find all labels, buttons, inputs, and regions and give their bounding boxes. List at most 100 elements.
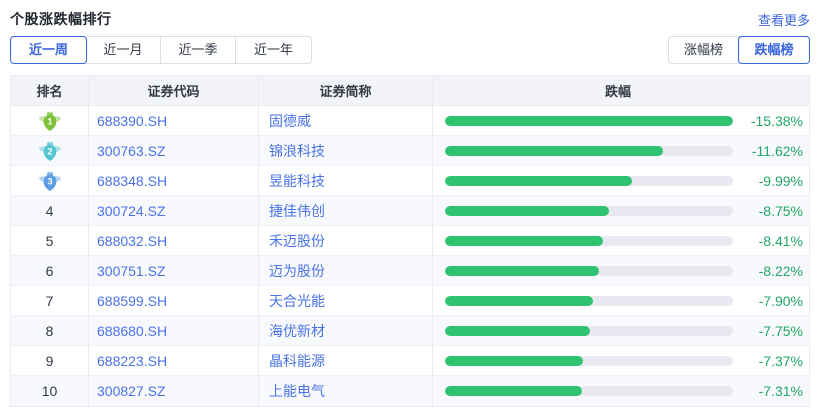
board-toggle-0[interactable]: 涨幅榜 — [669, 37, 739, 63]
change-percent: -7.90% — [758, 292, 803, 309]
column-header-change: 跌幅 — [604, 84, 631, 99]
change-cell: -7.75% — [433, 316, 809, 345]
change-cell: -11.62% — [433, 136, 809, 165]
change-bar-track — [445, 145, 733, 156]
column-header-name: 证券简称 — [259, 76, 433, 105]
change-bar — [445, 175, 633, 186]
toolbar: 近一周 近一月 近一季 近一年 涨幅榜 跌幅榜 — [10, 36, 810, 64]
change-bar — [445, 205, 609, 216]
rank-cell: 3 — [11, 166, 89, 195]
stock-name-link[interactable]: 天合光能 — [269, 291, 325, 311]
change-bar — [445, 386, 582, 396]
change-percent: -7.75% — [758, 322, 803, 339]
widget-header: 个股涨跌幅排行 查看更多 — [10, 8, 810, 30]
table-row: 8 688680.SH 海优新材 -7.75% — [11, 316, 809, 346]
change-percent: -8.75% — [758, 202, 803, 219]
stock-code-link[interactable]: 688348.SH — [97, 173, 167, 189]
svg-text:3: 3 — [47, 176, 52, 186]
rank-number: 9 — [45, 352, 54, 369]
change-bar — [445, 145, 663, 156]
rank-medal-icon: 1 — [38, 110, 61, 131]
stock-code-link[interactable]: 300751.SZ — [97, 263, 166, 279]
rank-number: 6 — [45, 262, 54, 279]
table-row: 4 300724.SZ 捷佳伟创 -8.75% — [11, 196, 809, 226]
table-row: 2 300763.SZ 锦浪科技 -11.62% — [11, 136, 809, 166]
stock-name-link[interactable]: 禾迈股份 — [269, 231, 325, 251]
change-bar-track — [445, 235, 733, 246]
svg-text:2: 2 — [47, 146, 52, 156]
rank-cell: 9 — [11, 346, 89, 375]
change-cell: -7.31% — [433, 376, 809, 406]
period-tab-3[interactable]: 近一年 — [236, 37, 311, 63]
column-header-rank: 排名 — [11, 76, 89, 105]
change-cell: -8.41% — [433, 226, 809, 255]
change-bar-track — [445, 115, 733, 126]
rank-cell: 5 — [11, 226, 89, 255]
change-bar-track — [445, 175, 733, 186]
change-cell: -7.37% — [433, 346, 809, 375]
table-row: 5 688032.SH 禾迈股份 -8.41% — [11, 226, 809, 256]
change-cell: -8.22% — [433, 256, 809, 285]
period-tab-2[interactable]: 近一季 — [161, 37, 236, 63]
rank-medal-icon: 2 — [38, 140, 61, 161]
view-more-link[interactable]: 查看更多 — [758, 10, 810, 29]
change-bar-track — [445, 355, 733, 366]
rank-cell: 4 — [11, 196, 89, 225]
change-bar — [445, 325, 591, 336]
change-bar-track — [445, 205, 733, 216]
rank-number: 4 — [45, 202, 54, 219]
table-body: 1 688390.SH 固德威 -15.38% 2 300763.SZ 锦浪科技… — [11, 106, 809, 406]
svg-text:1: 1 — [47, 116, 52, 126]
stock-name-link[interactable]: 海优新材 — [269, 321, 325, 341]
stock-code-link[interactable]: 688680.SH — [97, 323, 167, 339]
change-cell: -8.75% — [433, 196, 809, 225]
table-row: 7 688599.SH 天合光能 -7.90% — [11, 286, 809, 316]
change-percent: -7.37% — [758, 352, 803, 369]
stock-code-link[interactable]: 688599.SH — [97, 293, 167, 309]
period-tab-1[interactable]: 近一月 — [86, 37, 161, 63]
change-bar-track — [445, 295, 733, 306]
rank-number: 5 — [45, 232, 54, 249]
change-cell: -9.99% — [433, 166, 809, 195]
rank-cell: 1 — [11, 106, 89, 135]
table-header-row: 排名 证券代码 证券简称 跌幅 — [11, 76, 809, 106]
rank-medal-icon: 3 — [38, 170, 61, 191]
stock-name-link[interactable]: 迈为股份 — [269, 261, 325, 281]
stock-code-link[interactable]: 688032.SH — [97, 233, 167, 249]
change-cell: -15.38% — [433, 106, 809, 135]
rank-cell: 10 — [11, 376, 89, 406]
change-bar — [445, 115, 733, 126]
change-percent: -15.38% — [750, 112, 803, 129]
board-toggle-group: 涨幅榜 跌幅榜 — [668, 36, 810, 64]
rank-number: 10 — [41, 383, 58, 399]
table-row: 1 688390.SH 固德威 -15.38% — [11, 106, 809, 136]
stock-name-link[interactable]: 固德威 — [269, 111, 311, 131]
board-toggle-1[interactable]: 跌幅榜 — [738, 36, 810, 64]
table-row: 6 300751.SZ 迈为股份 -8.22% — [11, 256, 809, 286]
stock-name-link[interactable]: 昱能科技 — [269, 171, 325, 191]
ranking-table: 排名 证券代码 证券简称 跌幅 1 688390.SH 固德威 -15.38% … — [10, 75, 810, 407]
period-tab-0[interactable]: 近一周 — [10, 36, 87, 64]
stock-code-link[interactable]: 300763.SZ — [97, 143, 166, 159]
stock-code-link[interactable]: 688223.SH — [97, 353, 167, 369]
stock-name-link[interactable]: 晶科能源 — [269, 351, 325, 371]
stock-name-link[interactable]: 上能电气 — [269, 381, 325, 401]
change-bar-track — [445, 325, 733, 336]
change-bar-track — [445, 386, 733, 396]
stock-name-link[interactable]: 锦浪科技 — [269, 141, 325, 161]
change-percent: -9.99% — [758, 172, 803, 189]
rank-cell: 7 — [11, 286, 89, 315]
change-percent: -8.22% — [758, 262, 803, 279]
change-bar — [445, 355, 583, 366]
stock-code-link[interactable]: 300827.SZ — [97, 383, 166, 399]
stock-code-link[interactable]: 688390.SH — [97, 113, 167, 129]
change-bar — [445, 295, 594, 306]
change-bar — [445, 265, 599, 276]
stock-code-link[interactable]: 300724.SZ — [97, 203, 166, 219]
rank-number: 8 — [45, 322, 54, 339]
stock-name-link[interactable]: 捷佳伟创 — [269, 201, 325, 221]
change-percent: -11.62% — [751, 142, 803, 159]
table-row: 3 688348.SH 昱能科技 -9.99% — [11, 166, 809, 196]
change-bar-track — [445, 265, 733, 276]
change-cell: -7.90% — [433, 286, 809, 315]
